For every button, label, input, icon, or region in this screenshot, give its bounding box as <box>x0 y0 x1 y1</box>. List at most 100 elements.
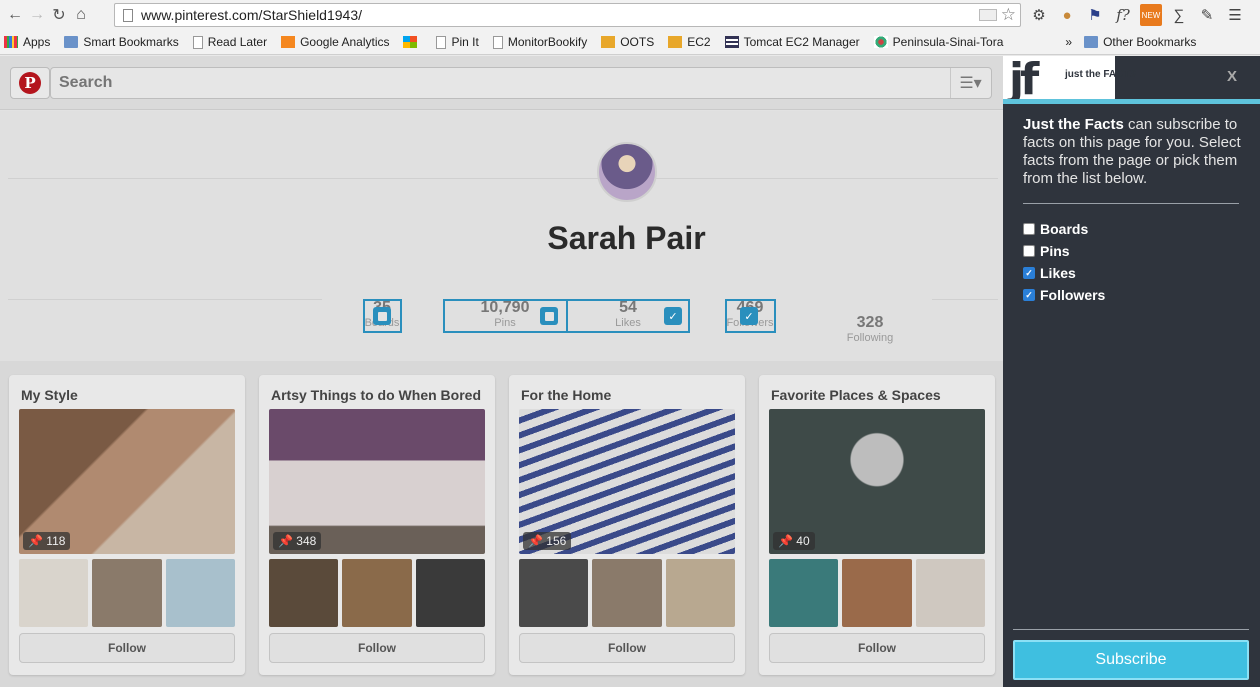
subscribe-button[interactable]: Subscribe <box>1013 640 1249 680</box>
bookmark-oots[interactable]: OOTS <box>601 35 654 49</box>
jtf-logo-mark: jf <box>1009 54 1039 105</box>
bookmark-star-icon[interactable]: ☆ <box>1001 5 1016 25</box>
eyedropper-icon[interactable]: ✎ <box>1196 4 1218 26</box>
board-card[interactable]: My Style 📌 118 Follow <box>9 375 245 675</box>
settings-gear-icon[interactable]: ⚙ <box>1028 4 1050 26</box>
close-button[interactable]: X <box>1227 68 1237 85</box>
home-button[interactable]: ⌂ <box>70 4 92 26</box>
oots-icon <box>601 36 616 48</box>
fact-pins-checkbox[interactable] <box>1023 245 1035 257</box>
follow-button[interactable]: Follow <box>769 633 985 663</box>
bookmark-apps[interactable]: Apps <box>4 35 50 49</box>
fact-likes-checkbox[interactable]: ✓ <box>1023 267 1035 279</box>
grid-icon <box>724 36 739 48</box>
bookmark-monitorbookify[interactable]: MonitorBookify <box>492 35 587 49</box>
thumbnail[interactable] <box>769 559 839 627</box>
jtf-brand: Just the Facts <box>1023 116 1124 133</box>
pageaction-icon[interactable] <box>978 9 997 21</box>
board-thumbnails <box>269 559 485 627</box>
avatar[interactable] <box>597 142 657 202</box>
bookmark-ec2[interactable]: EC2 <box>668 35 711 49</box>
bookmark-tomcat[interactable]: Tomcat EC2 Manager <box>724 35 860 49</box>
board-thumbnails <box>19 559 235 627</box>
stat-followers-checkbox[interactable]: ✓ <box>740 307 758 325</box>
apps-icon <box>4 36 18 48</box>
divider <box>1023 203 1239 204</box>
jtf-logo-stripe <box>1003 99 1260 104</box>
flag-icon[interactable]: ⚑ <box>1084 4 1106 26</box>
fact-pins[interactable]: Pins <box>1023 240 1105 262</box>
board-title[interactable]: My Style <box>21 387 78 403</box>
follow-button[interactable]: Follow <box>519 633 735 663</box>
bookmark-smart-bookmarks[interactable]: Smart Bookmarks <box>64 35 179 49</box>
board-cover-image[interactable]: 📌 40 <box>769 409 985 554</box>
bookmarks-bar: Apps Smart Bookmarks Read Later Google A… <box>0 30 1260 55</box>
stat-following[interactable]: 328 Following <box>830 314 910 344</box>
analytics-icon <box>281 36 296 48</box>
thumbnail[interactable] <box>342 559 412 627</box>
board-card[interactable]: Artsy Things to do When Bored 📌 348 Foll… <box>259 375 495 675</box>
jtf-logo: jf just the FACTS <box>1003 54 1260 106</box>
pinterest-logo[interactable]: P <box>10 67 50 99</box>
thumbnail[interactable] <box>665 559 735 627</box>
thumbnail[interactable] <box>269 559 339 627</box>
puzzle-icon[interactable]: ∑ <box>1168 4 1190 26</box>
thumbnail[interactable] <box>19 559 89 627</box>
bookmark-ms[interactable] <box>403 36 422 48</box>
bookmark-pin-it[interactable]: Pin It <box>436 35 479 49</box>
divider <box>932 299 998 300</box>
board-thumbnails <box>519 559 735 627</box>
url-text[interactable]: www.pinterest.com/StarShield1943/ <box>141 7 979 23</box>
fact-likes[interactable]: ✓ Likes <box>1023 262 1105 284</box>
page-icon <box>123 8 133 22</box>
function-icon[interactable]: f? <box>1112 4 1134 26</box>
follow-button[interactable]: Follow <box>19 633 235 663</box>
reload-button[interactable]: ↻ <box>48 4 70 26</box>
thumbnail[interactable] <box>519 559 589 627</box>
back-button[interactable]: ← <box>4 4 26 26</box>
forward-button[interactable]: → <box>26 4 48 26</box>
facts-list: Boards Pins ✓ Likes ✓ Followers <box>1023 218 1105 306</box>
bookmark-other[interactable]: Other Bookmarks <box>1084 35 1196 49</box>
pin-count: 📌 40 <box>773 532 815 550</box>
search-input[interactable] <box>50 67 992 99</box>
thumbnail[interactable] <box>165 559 235 627</box>
board-cover-image[interactable]: 📌 156 <box>519 409 735 554</box>
chrome-menu-icon[interactable]: ☰ <box>1224 4 1246 26</box>
board-title[interactable]: For the Home <box>521 387 611 403</box>
thumbnail[interactable] <box>415 559 485 627</box>
bookmark-google-analytics[interactable]: Google Analytics <box>281 35 389 49</box>
board-title[interactable]: Artsy Things to do When Bored <box>271 387 481 403</box>
thumbnail[interactable] <box>92 559 162 627</box>
pin-count: 📌 348 <box>273 532 322 550</box>
bookmark-read-later[interactable]: Read Later <box>192 35 267 49</box>
board-card[interactable]: Favorite Places & Spaces 📌 40 Follow <box>759 375 995 675</box>
profile-name: Sarah Pair <box>547 220 706 256</box>
board-cover-image[interactable]: 📌 118 <box>19 409 235 554</box>
fact-followers[interactable]: ✓ Followers <box>1023 284 1105 306</box>
windows-icon <box>403 36 418 48</box>
board-card[interactable]: For the Home 📌 156 Follow <box>509 375 745 675</box>
fact-followers-checkbox[interactable]: ✓ <box>1023 289 1035 301</box>
fact-boards[interactable]: Boards <box>1023 218 1105 240</box>
bookmark-peninsula[interactable]: Peninsula-Sinai-Tora <box>873 35 1003 49</box>
follow-button[interactable]: Follow <box>269 633 485 663</box>
box-icon <box>668 36 683 48</box>
thumbnail[interactable] <box>592 559 662 627</box>
board-title[interactable]: Favorite Places & Spaces <box>771 387 941 403</box>
pin-count: 📌 118 <box>23 532 71 550</box>
thumbnail[interactable] <box>915 559 985 627</box>
stat-likes-checkbox[interactable]: ✓ <box>664 307 682 325</box>
thumbnail[interactable] <box>842 559 912 627</box>
pinwheel-icon <box>873 36 888 48</box>
stat-pins-checkbox[interactable] <box>540 307 558 325</box>
pinterest-header: P ☰▾ <box>0 56 1003 110</box>
cookie-icon[interactable]: ● <box>1056 4 1078 26</box>
stat-boards-checkbox[interactable] <box>373 307 391 325</box>
board-cover-image[interactable]: 📌 348 <box>269 409 485 554</box>
menu-icon[interactable]: ☰▾ <box>950 68 990 98</box>
address-bar[interactable]: www.pinterest.com/StarShield1943/ ☆ <box>114 3 1021 27</box>
fact-boards-checkbox[interactable] <box>1023 223 1035 235</box>
bookmarks-overflow-button[interactable]: » <box>1065 35 1072 49</box>
new-extension-icon[interactable]: NEW <box>1140 4 1162 26</box>
